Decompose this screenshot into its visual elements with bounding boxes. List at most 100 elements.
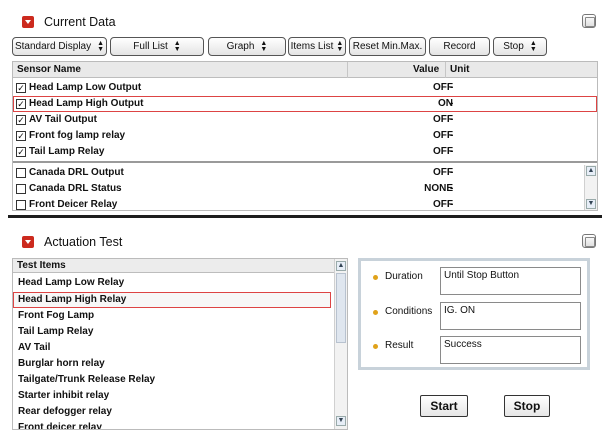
sensor-row[interactable]: ✓ AV Tail Output OFF - xyxy=(13,112,597,128)
list-item[interactable]: Burglar horn relay xyxy=(13,356,335,372)
checkbox-icon[interactable] xyxy=(16,184,26,194)
result-field: Success xyxy=(440,336,581,364)
sensor-row[interactable]: ✓ Front fog lamp relay OFF - xyxy=(13,128,597,144)
actuation-test-header: Actuation Test xyxy=(12,231,598,253)
collapse-arrow-icon[interactable] xyxy=(22,236,34,248)
reset-minmax-button[interactable]: Reset Min.Max. xyxy=(349,37,426,56)
sensor-name: AV Tail Output xyxy=(29,114,97,125)
sensor-unit: - xyxy=(450,146,454,157)
start-button[interactable]: Start xyxy=(420,395,468,417)
list-item[interactable]: Tail Lamp Relay xyxy=(13,324,335,340)
checkbox-icon[interactable]: ✓ xyxy=(16,131,26,141)
column-value: Value xyxy=(413,64,440,75)
sensor-row[interactable]: ✓ Tail Lamp Relay OFF - xyxy=(13,144,597,160)
graph-select[interactable]: Graph ▲ ▼ xyxy=(208,37,286,56)
test-info-box: Duration Until Stop Button Conditions IG… xyxy=(358,258,590,370)
sensor-name: Canada DRL Output xyxy=(29,167,124,178)
sensor-unit: - xyxy=(450,82,454,93)
scroll-up-arrow-icon[interactable]: ▲ xyxy=(336,261,346,271)
full-list-label: Full List xyxy=(133,41,168,52)
duration-row: Duration Until Stop Button xyxy=(373,267,583,295)
sensor-row[interactable]: ✓ Head Lamp Low Output OFF - xyxy=(13,80,597,96)
scroll-up-arrow-icon[interactable]: ▲ xyxy=(586,166,596,176)
conditions-field: IG. ON xyxy=(440,302,581,330)
updown-arrow-icon: ▲ ▼ xyxy=(529,39,537,53)
current-data-header: Current Data xyxy=(12,11,598,33)
collapse-arrow-icon[interactable] xyxy=(22,16,34,28)
duration-label: Duration xyxy=(385,271,423,282)
record-button[interactable]: Record xyxy=(429,37,490,56)
list-item[interactable]: Starter inhibit relay xyxy=(13,388,335,404)
bullet-dot-icon xyxy=(373,275,378,280)
sensor-unit: - xyxy=(450,98,454,109)
checkbox-icon[interactable]: ✓ xyxy=(16,83,26,93)
updown-arrow-icon: ▲ ▼ xyxy=(260,39,268,53)
current-data-title: Current Data xyxy=(44,15,116,29)
sensor-name: Head Lamp High Output xyxy=(29,98,144,109)
column-unit: Unit xyxy=(450,64,470,75)
test-items-header: Test Items xyxy=(13,259,335,273)
sensor-unit: - xyxy=(450,183,454,194)
sensor-row[interactable]: Front Deicer Relay OFF - xyxy=(13,197,597,210)
list-item[interactable]: Head Lamp Low Relay xyxy=(13,275,335,291)
sensor-row[interactable]: Canada DRL Output OFF - xyxy=(13,165,597,181)
sensor-row-selected[interactable]: ✓ Head Lamp High Output ON - xyxy=(13,96,597,112)
conditions-label: Conditions xyxy=(385,306,433,317)
window-restore-icon[interactable] xyxy=(582,14,596,28)
sensor-data-grid: Sensor Name Value Unit ✓ Head Lamp Low O… xyxy=(12,61,598,211)
list-item[interactable]: Rear defogger relay xyxy=(13,404,335,420)
bullet-dot-icon xyxy=(373,344,378,349)
updown-arrow-icon: ▲ ▼ xyxy=(97,39,105,53)
standard-display-label: Standard Display xyxy=(14,41,92,52)
list-item-selected[interactable]: Head Lamp High Relay xyxy=(13,292,331,308)
scroll-down-arrow-icon[interactable]: ▼ xyxy=(336,416,346,426)
test-items-scrollbar[interactable]: ▲ ▼ xyxy=(334,259,347,429)
result-label: Result xyxy=(385,340,414,351)
bullet-dot-icon xyxy=(373,310,378,315)
stop-select[interactable]: Stop ▲ ▼ xyxy=(493,37,547,56)
result-row: Result Success xyxy=(373,336,583,364)
sensor-value: NONE xyxy=(424,183,453,194)
stop-button[interactable]: Stop xyxy=(504,395,550,417)
sensor-row[interactable]: Canada DRL Status NONE - xyxy=(13,181,597,197)
scroll-down-arrow-icon[interactable]: ▼ xyxy=(586,199,596,209)
list-item[interactable]: Front Fog Lamp xyxy=(13,308,335,324)
sensor-name: Tail Lamp Relay xyxy=(29,146,105,157)
window-restore-icon[interactable] xyxy=(582,234,596,248)
sensor-grid-header: Sensor Name Value Unit xyxy=(13,62,597,78)
list-item[interactable]: Front deicer relay xyxy=(13,420,335,429)
checkbox-icon[interactable]: ✓ xyxy=(16,99,26,109)
items-list-label: Items List xyxy=(290,41,334,52)
sensor-name: Front Deicer Relay xyxy=(29,199,118,210)
conditions-row: Conditions IG. ON xyxy=(373,302,583,330)
sensor-name: Canada DRL Status xyxy=(29,183,122,194)
sensor-name: Head Lamp Low Output xyxy=(29,82,142,93)
panel-divider xyxy=(8,215,602,218)
current-data-toolbar: Standard Display ▲ ▼ Full List ▲ ▼ Graph ▲… xyxy=(12,37,598,57)
sensor-grid-scrollbar[interactable]: ▲ ▼ xyxy=(584,165,597,210)
sensor-unit: - xyxy=(450,167,454,178)
list-item[interactable]: AV Tail xyxy=(13,340,335,356)
scroll-thumb[interactable] xyxy=(336,273,346,343)
checkbox-icon[interactable]: ✓ xyxy=(16,147,26,157)
checkbox-icon[interactable] xyxy=(16,168,26,178)
test-items-list: Test Items Head Lamp Low Relay Head Lamp… xyxy=(12,258,348,430)
list-item[interactable]: Tailgate/Trunk Release Relay xyxy=(13,372,335,388)
items-list-select[interactable]: Items List ▲ ▼ xyxy=(288,37,346,56)
checkbox-icon[interactable] xyxy=(16,200,26,210)
sensor-name: Front fog lamp relay xyxy=(29,130,126,141)
sensor-unit: - xyxy=(450,114,454,125)
full-list-select[interactable]: Full List ▲ ▼ xyxy=(110,37,204,56)
sensor-unit: - xyxy=(450,199,454,210)
graph-label: Graph xyxy=(226,41,255,52)
actuation-test-title: Actuation Test xyxy=(44,235,123,249)
sensor-unit: - xyxy=(450,130,454,141)
grid-group-separator xyxy=(13,161,597,163)
updown-arrow-icon: ▲ ▼ xyxy=(173,39,181,53)
duration-field: Until Stop Button xyxy=(440,267,581,295)
checkbox-icon[interactable]: ✓ xyxy=(16,115,26,125)
updown-arrow-icon: ▲ ▼ xyxy=(336,39,344,53)
stop-select-label: Stop xyxy=(503,41,524,52)
standard-display-select[interactable]: Standard Display ▲ ▼ xyxy=(12,37,107,56)
column-sensor-name: Sensor Name xyxy=(17,64,81,75)
